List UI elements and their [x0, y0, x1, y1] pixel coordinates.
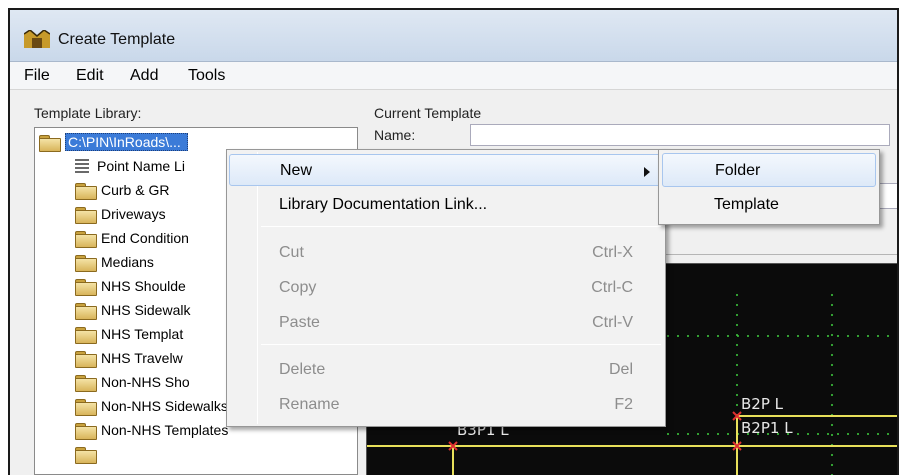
menu-item-shortcut: Ctrl-X [592, 244, 633, 261]
menu-item-label: Template [714, 196, 779, 213]
menu-item-label: Rename [279, 396, 340, 413]
tree-item-label: Non-NHS Sho [101, 374, 190, 390]
tree-item-end-conditions[interactable]: End Condition [75, 226, 189, 250]
tree-item-label: NHS Shoulde [101, 278, 186, 294]
folder-icon [75, 206, 97, 224]
tree-item-label: NHS Travelw [101, 350, 183, 366]
menu-item-shortcut: Del [608, 361, 633, 378]
menu-item-shortcut: Ctrl-C [591, 279, 633, 296]
tree-item-label: Curb & GR [101, 182, 170, 198]
tree-item-non-nhs-templates[interactable]: Non-NHS Templates [75, 418, 228, 442]
menu-file[interactable]: File [24, 67, 50, 85]
menu-item-new[interactable]: New [229, 154, 663, 186]
tree-item-driveways[interactable]: Driveways [75, 202, 166, 226]
folder-icon [75, 326, 97, 344]
window-title: Create Template [58, 31, 176, 48]
point-label: B2P L [741, 395, 784, 413]
tree-item-label: Driveways [101, 206, 166, 222]
menu-item-cut[interactable]: Cut Ctrl-X [229, 237, 663, 269]
tree-item-point-name-list[interactable]: Point Name Li [75, 154, 185, 178]
folder-icon [75, 398, 97, 416]
menu-item-label: Cut [279, 244, 304, 261]
submenu-arrow-icon [644, 167, 650, 177]
menu-item-label: New [280, 162, 313, 179]
tree-item-label: Non-NHS Templates [101, 422, 229, 438]
create-template-window: Create Template File Edit Add Tools Temp… [8, 8, 899, 475]
tree-item-nhs-shoulders[interactable]: NHS Shoulde [75, 274, 186, 298]
folder-icon [75, 350, 97, 368]
tree-item-label: Point Name Li [97, 158, 185, 174]
folder-icon [75, 302, 97, 320]
tree-item-label: NHS Sidewalk [101, 302, 191, 318]
folder-icon [75, 182, 97, 200]
template-name-field[interactable] [470, 124, 890, 146]
menu-item-library-documentation-link[interactable]: Library Documentation Link... [229, 189, 663, 221]
folder-icon [75, 422, 97, 440]
tree-item-label: Medians [101, 254, 154, 270]
menu-item-label: Folder [715, 162, 761, 179]
folder-icon [75, 230, 97, 248]
tree-item-label: NHS Templat [101, 326, 184, 342]
list-icon [75, 159, 89, 173]
menu-item-copy[interactable]: Copy Ctrl-C [229, 272, 663, 304]
point-label: B2P1 L [741, 419, 793, 437]
folder-icon [75, 254, 97, 272]
app-icon [24, 30, 50, 48]
menu-item-label: Copy [279, 279, 317, 296]
submenu-item-folder[interactable]: Folder [662, 153, 876, 187]
menu-tools[interactable]: Tools [188, 67, 225, 85]
menu-separator [261, 226, 661, 227]
tree-item-nhs-sidewalks[interactable]: NHS Sidewalk [75, 298, 190, 322]
tree-item-partial [75, 442, 101, 466]
submenu-item-template[interactable]: Template [662, 188, 876, 222]
tree-item-label: C:\PIN\InRoads\... [65, 133, 188, 151]
context-menu: New Library Documentation Link... Cut Ct… [226, 149, 666, 427]
menu-item-rename[interactable]: Rename F2 [229, 389, 663, 421]
folder-open-icon [39, 134, 61, 152]
new-submenu: Folder Template [658, 149, 880, 225]
tree-item-non-nhs-sidewalks[interactable]: Non-NHS Sidewalks [75, 394, 228, 418]
template-library-label: Template Library: [34, 105, 142, 121]
menu-edit[interactable]: Edit [76, 67, 104, 85]
menu-item-label: Delete [279, 361, 326, 378]
current-template-label: Current Template [374, 105, 482, 121]
tree-item-nhs-travelways[interactable]: NHS Travelw [75, 346, 183, 370]
tree-item-label: End Condition [101, 230, 189, 246]
menu-item-shortcut: Ctrl-V [592, 314, 633, 331]
menu-add[interactable]: Add [130, 67, 158, 85]
tree-item-medians[interactable]: Medians [75, 250, 154, 274]
menu-item-paste[interactable]: Paste Ctrl-V [229, 307, 663, 339]
folder-icon [75, 446, 97, 464]
tree-item-nhs-templates[interactable]: NHS Templat [75, 322, 183, 346]
title-bar[interactable]: Create Template [10, 10, 897, 62]
tree-item-non-nhs-shoulders[interactable]: Non-NHS Sho [75, 370, 190, 394]
menu-item-label: Library Documentation Link... [279, 196, 488, 213]
folder-icon [75, 278, 97, 296]
folder-icon [75, 374, 97, 392]
menu-item-label: Paste [279, 314, 320, 331]
menu-bar: File Edit Add Tools [10, 62, 897, 90]
name-label: Name: [374, 127, 416, 143]
tree-item-label: Non-NHS Sidewalks [101, 398, 228, 414]
menu-item-shortcut: F2 [614, 396, 633, 413]
menu-item-delete[interactable]: Delete Del [229, 354, 663, 386]
tree-item-curb-gr[interactable]: Curb & GR [75, 178, 169, 202]
tree-item-root[interactable]: C:\PIN\InRoads\... [39, 130, 188, 154]
menu-separator [261, 344, 661, 345]
